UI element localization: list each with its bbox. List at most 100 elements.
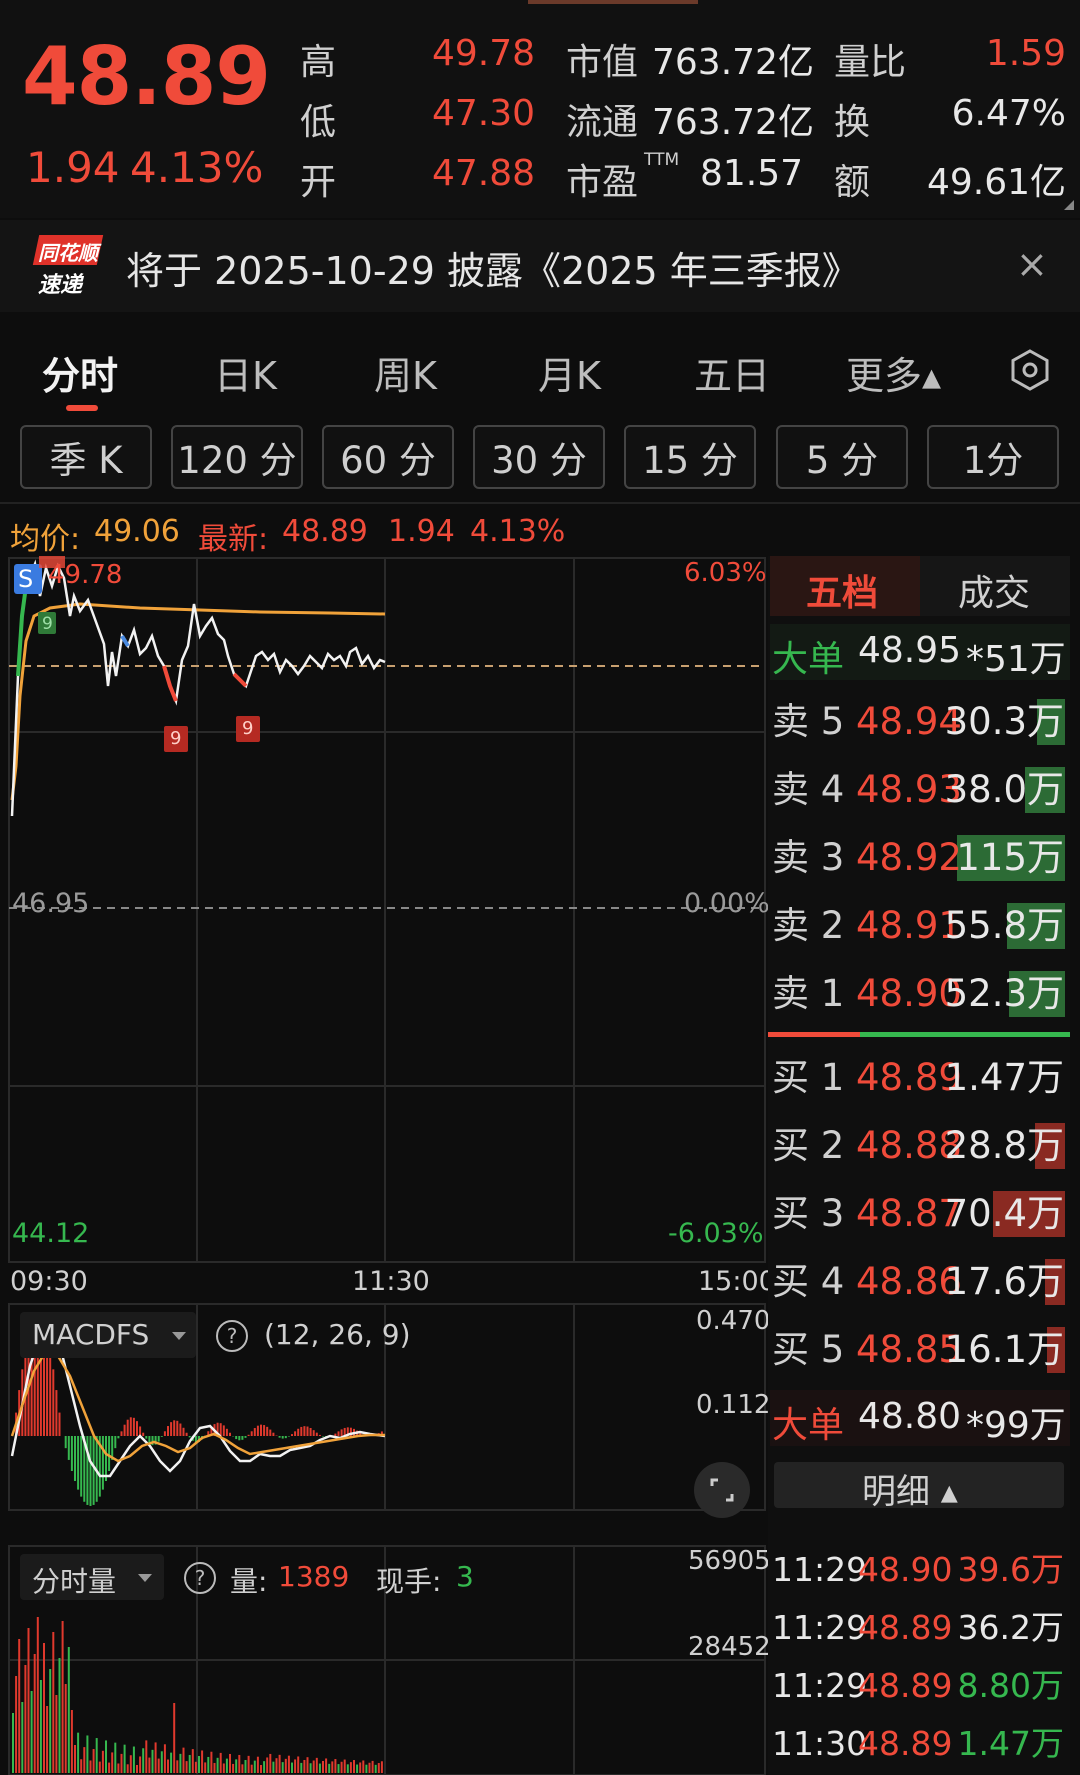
- volume-bar: [154, 1742, 157, 1773]
- period-30min[interactable]: 30 分: [473, 425, 605, 489]
- bid-vol: 16.1万: [944, 1328, 1064, 1371]
- volume-bar: [297, 1756, 300, 1773]
- macd-bar: [222, 1425, 225, 1436]
- notice-text[interactable]: 将于 2025-10-29 披露《2025 年三季报》: [126, 240, 860, 295]
- volume-bar: [167, 1759, 169, 1773]
- macd-bar: [163, 1431, 166, 1436]
- volume-bar: [219, 1752, 222, 1773]
- volume-bar: [198, 1756, 200, 1773]
- volume-bar: [340, 1761, 343, 1773]
- tab-week-k[interactable]: 周K: [374, 345, 437, 400]
- period-120min[interactable]: 120 分: [171, 425, 303, 489]
- bid-row[interactable]: 买 1 48.89 1.47万: [770, 1048, 1070, 1108]
- volume-bar: [362, 1760, 365, 1773]
- ask-row[interactable]: 卖 4 48.93 38.0万: [770, 760, 1070, 820]
- macd-bar: [247, 1434, 250, 1436]
- bid-row[interactable]: 买 5 48.85 16.1万: [770, 1320, 1070, 1380]
- big-sell-label: 大单: [772, 639, 845, 680]
- tab-day-k[interactable]: 日K: [214, 345, 277, 400]
- ask-vol: 38.0万: [944, 768, 1064, 811]
- period-season-k[interactable]: 季 K: [20, 425, 152, 489]
- bid-label: 买 5: [772, 1328, 845, 1371]
- macd-bar: [306, 1426, 309, 1436]
- volume-bar: [222, 1763, 225, 1773]
- ask-row[interactable]: 卖 1 48.90 52.3万: [770, 964, 1070, 1024]
- current-price: 48.89: [22, 30, 271, 123]
- tab-month-k[interactable]: 月K: [538, 345, 601, 400]
- status-bar-indicator: [528, 0, 698, 4]
- volume-bar: [244, 1760, 247, 1773]
- volume-bar: [39, 1680, 42, 1773]
- volume-bar: [328, 1763, 331, 1773]
- macd-bar: [148, 1436, 151, 1444]
- bid-row[interactable]: 买 3 48.87 70.4万: [770, 1184, 1070, 1244]
- nine-marker-green-label: 9: [42, 614, 53, 634]
- macd-bar: [281, 1436, 284, 1439]
- volume-bar: [334, 1759, 337, 1773]
- nine-marker-red-label-1: 9: [170, 728, 182, 749]
- macd-bar: [126, 1419, 129, 1436]
- period-5min[interactable]: 5 分: [776, 425, 908, 489]
- ask-row[interactable]: 卖 3 48.92 115万: [770, 828, 1070, 888]
- macd-bar: [52, 1369, 55, 1436]
- big-buy-vol: *99万: [966, 1405, 1066, 1446]
- tab-five-day[interactable]: 五日: [694, 345, 770, 400]
- expand-corner-icon[interactable]: [1064, 200, 1074, 210]
- close-icon[interactable]: ×: [1016, 242, 1048, 286]
- logo-text-bottom: 速递: [38, 273, 83, 298]
- volume-bar: [77, 1732, 80, 1773]
- big-sell-vol: *51万: [966, 639, 1066, 680]
- volume-bar: [337, 1764, 340, 1773]
- volume-bar: [238, 1754, 241, 1773]
- volume-bar: [24, 1665, 27, 1773]
- volume-bar: [374, 1764, 377, 1773]
- macd-bar: [89, 1436, 92, 1506]
- volume-bar: [36, 1617, 39, 1773]
- bid-row[interactable]: 买 4 48.86 17.6万: [770, 1252, 1070, 1312]
- y-mid-price: 46.95: [12, 888, 90, 919]
- tab-more[interactable]: 更多▴: [846, 345, 941, 400]
- open-label: 开: [300, 162, 337, 203]
- macd-bar: [117, 1436, 120, 1439]
- sell-strength-bar: [860, 1032, 1070, 1037]
- volume-bar: [225, 1758, 228, 1773]
- info-change-pct: 4.13%: [470, 514, 566, 549]
- ask-price: 48.92: [856, 836, 962, 879]
- volume-bar: [325, 1758, 328, 1773]
- trade-price: 48.89: [858, 1724, 953, 1763]
- bid-row[interactable]: 买 2 48.88 28.8万: [770, 1116, 1070, 1176]
- ask-row[interactable]: 卖 5 48.94 30.3万: [770, 692, 1070, 752]
- help-icon[interactable]: ?: [216, 1320, 248, 1352]
- period-1min[interactable]: 1分: [927, 425, 1059, 489]
- macd-bar: [182, 1427, 185, 1436]
- hand-value: 3: [456, 1560, 474, 1593]
- macd-bar: [294, 1431, 297, 1436]
- volume-bar: [331, 1761, 334, 1773]
- hand-label: 现手:: [376, 1565, 442, 1598]
- macd-bar: [244, 1436, 247, 1438]
- volume-bar: [377, 1763, 380, 1773]
- help-icon-2[interactable]: ?: [184, 1562, 216, 1594]
- volume-bar: [70, 1710, 73, 1773]
- period-60min[interactable]: 60 分: [322, 425, 454, 489]
- volume-bar: [306, 1757, 309, 1773]
- trade-time: 11:30: [772, 1724, 868, 1763]
- macd-params: (12, 26, 9): [264, 1318, 411, 1351]
- fullscreen-icon[interactable]: [694, 1462, 750, 1518]
- volume-bar: [213, 1762, 216, 1773]
- ask-row[interactable]: 卖 2 48.91 55.8万: [770, 896, 1070, 956]
- logo-text-top: 同花顺: [38, 241, 98, 265]
- open-value: 47.88: [432, 153, 536, 194]
- volume-bar: [98, 1761, 101, 1773]
- info-change: 1.94: [388, 514, 455, 549]
- macd-bar: [136, 1421, 138, 1436]
- period-15min[interactable]: 15 分: [624, 425, 756, 489]
- tab-fenshi[interactable]: 分时: [42, 345, 118, 400]
- volume-bar: [105, 1740, 107, 1773]
- high-value: 49.78: [432, 33, 536, 74]
- vol-label: 量:: [230, 1565, 268, 1598]
- volume-y-mid: 28452: [688, 1632, 771, 1662]
- volume-bar: [179, 1753, 182, 1773]
- settings-gear-icon[interactable]: [1008, 348, 1052, 396]
- volume-bar: [368, 1762, 371, 1773]
